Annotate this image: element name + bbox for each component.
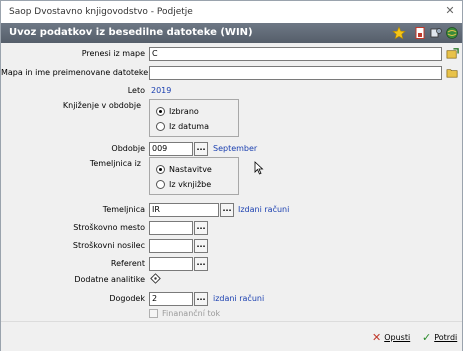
temeljnica-label: Temeljnica <box>102 205 145 214</box>
mapa-input[interactable] <box>149 66 442 80</box>
dialog-title: Uvoz podatkov iz besedilne datoteke (WIN… <box>9 27 253 38</box>
stroskovni-nosilec-browse-button[interactable]: ... <box>194 239 208 253</box>
temeljnica-iz-group: Nastavitve Iz vknjižbe <box>149 157 239 195</box>
form-area: Prenesi iz mape C Mapa in ime preimenova… <box>1 43 462 321</box>
knjizenje-label: Knjiženje v obdobje <box>62 101 141 110</box>
folder-open-icon[interactable] <box>446 66 460 80</box>
confirm-button[interactable]: ✓ Potrdi <box>422 331 457 344</box>
dogodek-input[interactable]: 2 <box>149 292 193 306</box>
radio-iz-vknjizbe-label: Iz vknjižbe <box>169 180 212 189</box>
financni-tok-checkbox[interactable]: Finananční tok <box>149 309 220 318</box>
radio-nastavitve-label: Nastavitve <box>169 165 212 174</box>
folder-network-icon[interactable] <box>446 47 460 61</box>
stroskovni-nosilec-input[interactable] <box>149 239 193 253</box>
mapa-label: Mapa in ime preimenovane datoteke <box>1 68 149 77</box>
stroskovni-nosilec-label: Stroškovni nosilec <box>72 241 145 250</box>
cancel-label: Opusti <box>384 333 411 342</box>
dialog-header: Uvoz podatkov iz besedilne datoteke (WIN… <box>1 23 462 43</box>
radio-izbrano[interactable]: Izbrano <box>156 107 199 116</box>
referent-browse-button[interactable]: ... <box>194 257 208 271</box>
confirm-label: Potrdi <box>434 333 458 342</box>
prenesi-label: Prenesi iz mape <box>81 49 145 58</box>
radio-nastavitve[interactable]: Nastavitve <box>156 165 212 174</box>
knjizenje-group: Izbrano Iz datuma <box>149 99 239 137</box>
document-icon[interactable] <box>413 26 427 40</box>
prenesi-input[interactable]: C <box>149 47 442 61</box>
dogodek-label: Dogodek <box>109 294 145 303</box>
temeljnica-browse-button[interactable]: ... <box>220 203 234 217</box>
radio-iz-datuma-label: Iz datuma <box>169 122 209 131</box>
obdobje-text: September <box>213 144 258 153</box>
checkbox-box <box>149 309 158 318</box>
title-bar: Saop Dvostavno knjigovodstvo - Podjetje … <box>1 1 462 23</box>
referent-input[interactable] <box>149 257 193 271</box>
radio-unselected-icon <box>156 122 165 131</box>
checkmark-icon: ✓ <box>422 331 432 344</box>
tools-icon[interactable] <box>429 26 443 40</box>
radio-unselected-icon <box>156 180 165 189</box>
dialog-footer: ✕ Opusti ✓ Potrdi <box>1 321 462 351</box>
cancel-button[interactable]: ✕ Opusti <box>372 331 410 344</box>
temeljnica-iz-label: Temeljnica iz <box>89 159 141 168</box>
obdobje-browse-button[interactable]: ... <box>194 142 208 156</box>
radio-selected-icon <box>156 107 165 116</box>
globe-icon[interactable] <box>445 26 459 40</box>
leto-value: 2019 <box>151 86 172 95</box>
stroskovno-mesto-label: Stroškovno mesto <box>73 223 145 232</box>
dogodek-browse-button[interactable]: ... <box>194 292 208 306</box>
referent-label: Referent <box>110 259 145 268</box>
radio-iz-vknjizbe[interactable]: Iz vknjižbe <box>156 180 211 189</box>
tag-icon[interactable] <box>149 272 163 286</box>
financni-tok-label: Finananční tok <box>162 309 221 318</box>
stroskovno-mesto-input[interactable] <box>149 221 193 235</box>
mouse-cursor-icon <box>254 161 268 175</box>
dialog-window: Saop Dvostavno knjigovodstvo - Podjetje … <box>0 0 463 351</box>
obdobje-label: Obdobje <box>111 144 145 153</box>
radio-selected-icon <box>156 165 165 174</box>
radio-iz-datuma[interactable]: Iz datuma <box>156 122 209 131</box>
window-title: Saop Dvostavno knjigovodstvo - Podjetje <box>9 7 193 17</box>
stroskovno-mesto-browse-button[interactable]: ... <box>194 221 208 235</box>
temeljnica-text: Izdani računi <box>238 205 290 214</box>
leto-label: Leto <box>127 86 145 95</box>
radio-izbrano-label: Izbrano <box>169 107 199 116</box>
dodatne-analitike-label: Dodatne analitike <box>74 275 145 284</box>
obdobje-input[interactable]: 009 <box>149 142 193 156</box>
close-x-icon: ✕ <box>372 331 382 344</box>
dogodek-text: izdani računi <box>213 294 265 303</box>
close-icon[interactable]: ✕ <box>444 5 456 17</box>
star-icon[interactable] <box>392 26 406 40</box>
temeljnica-input[interactable]: IR <box>149 203 219 217</box>
